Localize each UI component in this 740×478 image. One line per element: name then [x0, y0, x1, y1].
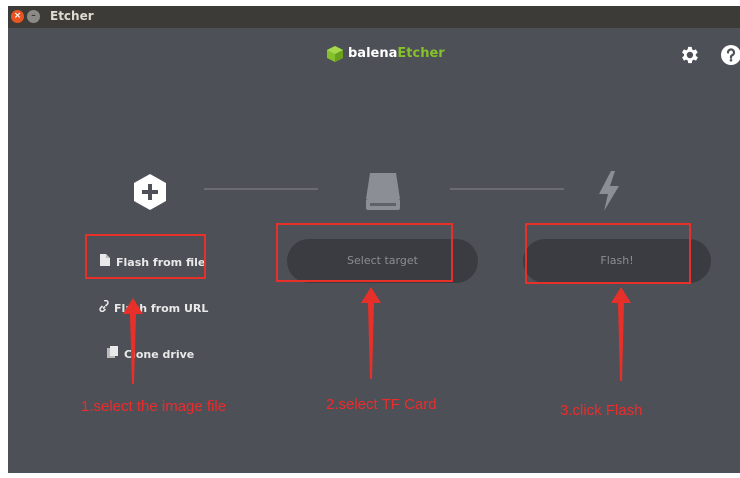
step-connector-1: [204, 188, 318, 190]
window-title: Etcher: [50, 9, 94, 23]
cube-logo-icon: [327, 46, 343, 62]
step-connector-2: [450, 188, 564, 190]
etcher-window: × – Etcher balenaEtcher Select target Fl…: [8, 6, 740, 473]
annotation-step-1: 1.select the image file: [81, 398, 227, 415]
clone-drive-option[interactable]: Clone drive: [106, 346, 194, 361]
help-icon: [721, 45, 740, 65]
gear-icon: [682, 46, 698, 64]
annotation-step-3: 3.click Flash: [560, 402, 643, 419]
arrow-up-3: [611, 287, 631, 381]
highlight-box-target: [276, 223, 453, 282]
title-bar: × – Etcher: [8, 6, 740, 28]
highlight-box-file: [85, 234, 206, 279]
highlight-box-flash: [525, 223, 691, 284]
flash-from-url-option[interactable]: Flash from URL: [96, 299, 208, 315]
copy-icon: [106, 346, 120, 361]
arrow-up-2: [361, 287, 381, 379]
lightning-icon: [599, 171, 619, 211]
close-window-button[interactable]: ×: [11, 10, 24, 23]
logo-brand-text: balena: [348, 46, 398, 61]
settings-button[interactable]: [678, 44, 700, 66]
help-button[interactable]: [720, 44, 740, 66]
drive-icon: [366, 173, 400, 210]
logo-product-text: Etcher: [397, 46, 445, 61]
plus-hexagon-icon: [134, 174, 166, 210]
flash-step-icon: [596, 170, 622, 216]
image-step-icon[interactable]: [132, 173, 168, 215]
arrow-up-1: [123, 298, 143, 384]
minimize-window-button[interactable]: –: [27, 10, 40, 23]
annotation-step-2: 2.select TF Card: [326, 396, 437, 413]
drive-step-icon: [364, 170, 402, 216]
link-icon: [96, 299, 110, 315]
